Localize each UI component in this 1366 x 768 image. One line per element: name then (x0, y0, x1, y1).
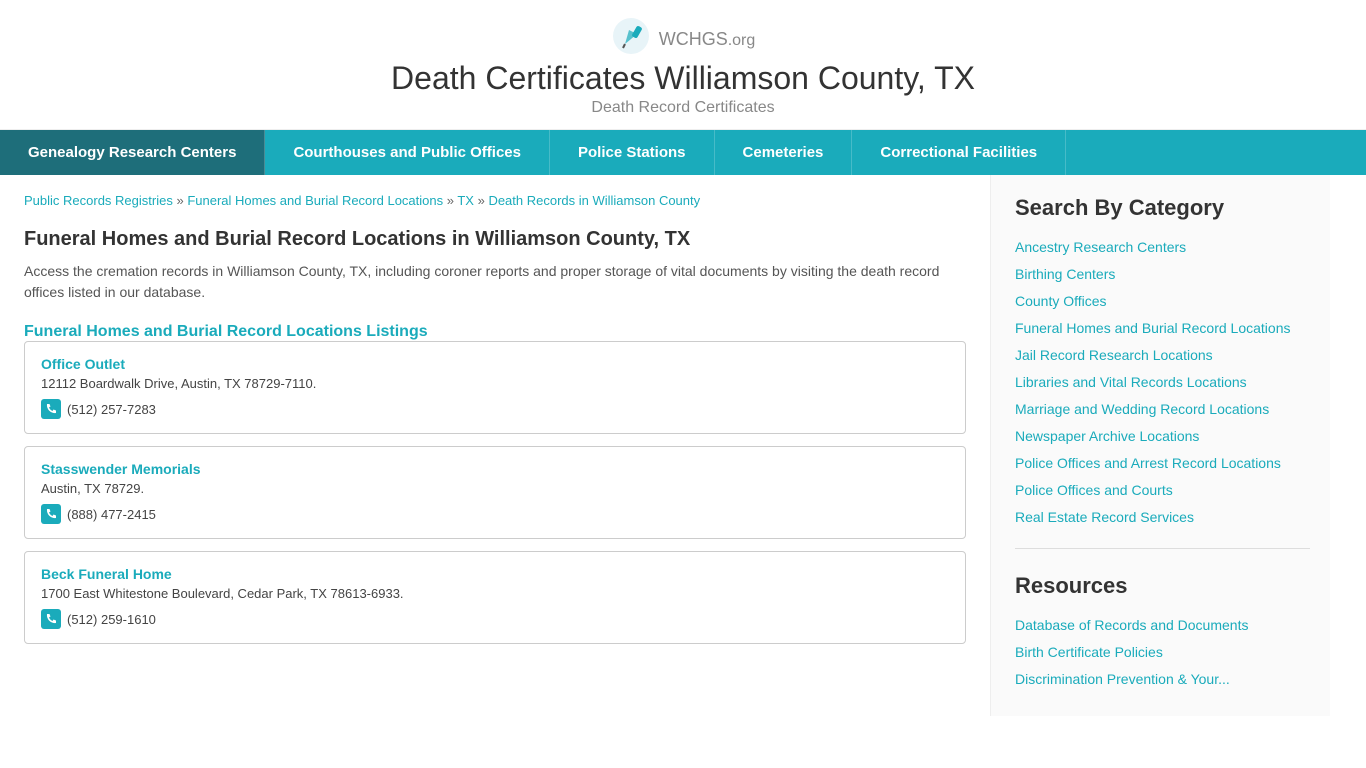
nav: Genealogy Research Centers Courthouses a… (0, 130, 1366, 175)
page-heading: Funeral Homes and Burial Record Location… (24, 228, 966, 251)
card-phone-number-0: (512) 257-7283 (67, 402, 156, 417)
nav-item-correctional[interactable]: Correctional Facilities (852, 130, 1066, 175)
breadcrumb-link-3[interactable]: Death Records in Williamson County (488, 193, 700, 208)
breadcrumb-link-2[interactable]: TX (457, 193, 474, 208)
card-address-1: Austin, TX 78729. (41, 481, 949, 496)
sidebar-link-newspaper[interactable]: Newspaper Archive Locations (1015, 426, 1310, 447)
nav-item-police[interactable]: Police Stations (550, 130, 715, 175)
page-desc: Access the cremation records in Williams… (24, 261, 966, 303)
sidebar-divider (1015, 548, 1310, 549)
site-subtitle: Death Record Certificates (591, 99, 774, 117)
breadcrumb-link-1[interactable]: Funeral Homes and Burial Record Location… (187, 193, 443, 208)
card-phone-number-2: (512) 259-1610 (67, 612, 156, 627)
breadcrumb-link-0[interactable]: Public Records Registries (24, 193, 173, 208)
sidebar-link-police-arrest[interactable]: Police Offices and Arrest Record Locatio… (1015, 453, 1310, 474)
sidebar-link-jail[interactable]: Jail Record Research Locations (1015, 345, 1310, 366)
card-phone-number-1: (888) 477-2415 (67, 507, 156, 522)
content: Public Records Registries » Funeral Home… (0, 175, 990, 716)
location-card-0: Office Outlet 12112 Boardwalk Drive, Aus… (24, 341, 966, 434)
card-name-0[interactable]: Office Outlet (41, 356, 949, 372)
card-phone-2: (512) 259-1610 (41, 609, 949, 629)
listings: Office Outlet 12112 Boardwalk Drive, Aus… (24, 341, 966, 644)
header: WCHGS.org Death Certificates Williamson … (0, 0, 1366, 130)
sidebar-link-police-courts[interactable]: Police Offices and Courts (1015, 480, 1310, 501)
resources-title: Resources (1015, 573, 1310, 599)
card-phone-0: (512) 257-7283 (41, 399, 949, 419)
card-phone-1: (888) 477-2415 (41, 504, 949, 524)
sidebar-link-birth-cert[interactable]: Birth Certificate Policies (1015, 642, 1310, 663)
phone-icon-2 (41, 609, 61, 629)
nav-item-cemeteries[interactable]: Cemeteries (715, 130, 853, 175)
logo-area: WCHGS.org (611, 16, 756, 56)
phone-icon-0 (41, 399, 61, 419)
card-name-1[interactable]: Stasswender Memorials (41, 461, 949, 477)
card-name-2[interactable]: Beck Funeral Home (41, 566, 949, 582)
breadcrumb: Public Records Registries » Funeral Home… (24, 193, 966, 208)
sidebar-link-real-estate[interactable]: Real Estate Record Services (1015, 507, 1310, 528)
sidebar-link-libraries[interactable]: Libraries and Vital Records Locations (1015, 372, 1310, 393)
card-address-2: 1700 East Whitestone Boulevard, Cedar Pa… (41, 586, 949, 601)
card-address-0: 12112 Boardwalk Drive, Austin, TX 78729-… (41, 376, 949, 391)
sidebar-link-database[interactable]: Database of Records and Documents (1015, 615, 1310, 636)
sidebar-link-funeral[interactable]: Funeral Homes and Burial Record Location… (1015, 318, 1310, 339)
pen-icon (611, 16, 651, 56)
sidebar-link-birthing[interactable]: Birthing Centers (1015, 264, 1310, 285)
listings-heading[interactable]: Funeral Homes and Burial Record Location… (24, 323, 428, 340)
location-card-2: Beck Funeral Home 1700 East Whitestone B… (24, 551, 966, 644)
sidebar-link-county[interactable]: County Offices (1015, 291, 1310, 312)
nav-item-courthouses[interactable]: Courthouses and Public Offices (265, 130, 550, 175)
sidebar-link-discrimination[interactable]: Discrimination Prevention & Your... (1015, 669, 1310, 690)
sidebar-link-ancestry[interactable]: Ancestry Research Centers (1015, 237, 1310, 258)
phone-icon-1 (41, 504, 61, 524)
site-title: Death Certificates Williamson County, TX (391, 60, 975, 97)
main-layout: Public Records Registries » Funeral Home… (0, 175, 1366, 716)
nav-item-genealogy[interactable]: Genealogy Research Centers (0, 130, 265, 175)
sidebar: Search By Category Ancestry Research Cen… (990, 175, 1330, 716)
location-card-1: Stasswender Memorials Austin, TX 78729. … (24, 446, 966, 539)
logo-text: WCHGS.org (659, 20, 756, 52)
sidebar-category-title: Search By Category (1015, 195, 1310, 221)
sidebar-link-marriage[interactable]: Marriage and Wedding Record Locations (1015, 399, 1310, 420)
